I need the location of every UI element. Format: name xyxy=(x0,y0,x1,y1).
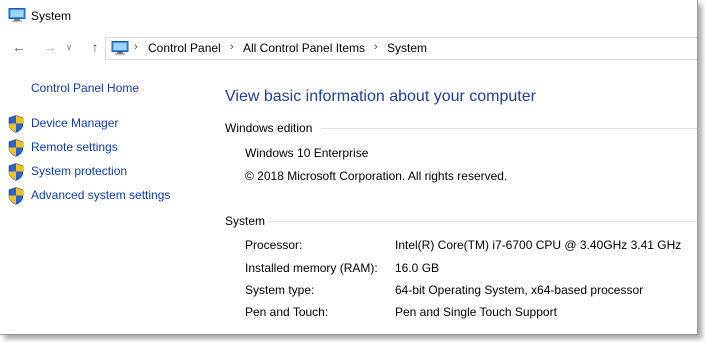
breadcrumb-separator-icon[interactable]: › xyxy=(230,41,234,53)
back-arrow-icon[interactable]: ← xyxy=(10,38,28,56)
title-bar: System xyxy=(0,0,697,32)
computer-icon xyxy=(8,8,26,22)
address-bar[interactable]: › Control Panel › All Control Panel Item… xyxy=(105,37,697,60)
task-label[interactable]: Device Manager xyxy=(31,116,118,130)
control-panel-home-link[interactable]: Control Panel Home xyxy=(31,81,139,95)
section-title-windows-edition: Windows edition xyxy=(225,121,313,135)
navigation-bar: ← → ∨ ↑ › Control Panel › All Control Pa… xyxy=(0,36,697,60)
forward-arrow-icon[interactable]: → xyxy=(41,38,59,56)
task-label[interactable]: Advanced system settings xyxy=(31,188,170,202)
breadcrumb-system[interactable]: System xyxy=(387,41,427,55)
section-title-system: System xyxy=(225,214,266,228)
uac-shield-icon xyxy=(8,187,24,205)
copyright-text: © 2018 Microsoft Corporation. All rights… xyxy=(245,169,508,183)
breadcrumb-control-panel[interactable]: Control Panel xyxy=(148,41,221,55)
system-type-value: 64-bit Operating System, x64-based proce… xyxy=(395,283,644,297)
pen-touch-label: Pen and Touch: xyxy=(245,305,329,319)
recent-locations-chevron-icon[interactable]: ∨ xyxy=(63,38,75,56)
section-divider xyxy=(321,128,697,129)
page-title: View basic information about your comput… xyxy=(225,88,536,105)
processor-value: Intel(R) Core(TM) i7-6700 CPU @ 3.40GHz … xyxy=(395,238,682,252)
breadcrumb-separator-icon[interactable]: › xyxy=(374,41,378,53)
main-content: View basic information about your comput… xyxy=(225,80,697,334)
uac-shield-icon xyxy=(8,163,24,181)
system-window: System ← → ∨ ↑ › Control Panel › All Con… xyxy=(0,0,698,335)
memory-value: 16.0 GB xyxy=(395,261,440,275)
task-label[interactable]: System protection xyxy=(31,164,127,178)
task-pane: Control Panel Home Device Manager Remote… xyxy=(0,70,215,330)
window-title: System xyxy=(31,9,72,23)
uac-shield-icon xyxy=(8,139,24,157)
pen-touch-value: Pen and Single Touch Support xyxy=(395,305,557,319)
windows-edition-name: Windows 10 Enterprise xyxy=(245,146,369,160)
memory-label: Installed memory (RAM): xyxy=(245,261,378,275)
processor-label: Processor: xyxy=(245,238,303,252)
breadcrumb-separator-icon[interactable]: › xyxy=(134,41,138,53)
task-label[interactable]: Remote settings xyxy=(31,140,118,154)
up-arrow-icon[interactable]: ↑ xyxy=(86,38,104,56)
system-type-label: System type: xyxy=(245,283,315,297)
computer-icon xyxy=(111,41,129,55)
uac-shield-icon xyxy=(8,115,24,133)
breadcrumb-all-items[interactable]: All Control Panel Items xyxy=(243,41,365,55)
section-divider xyxy=(269,221,697,222)
